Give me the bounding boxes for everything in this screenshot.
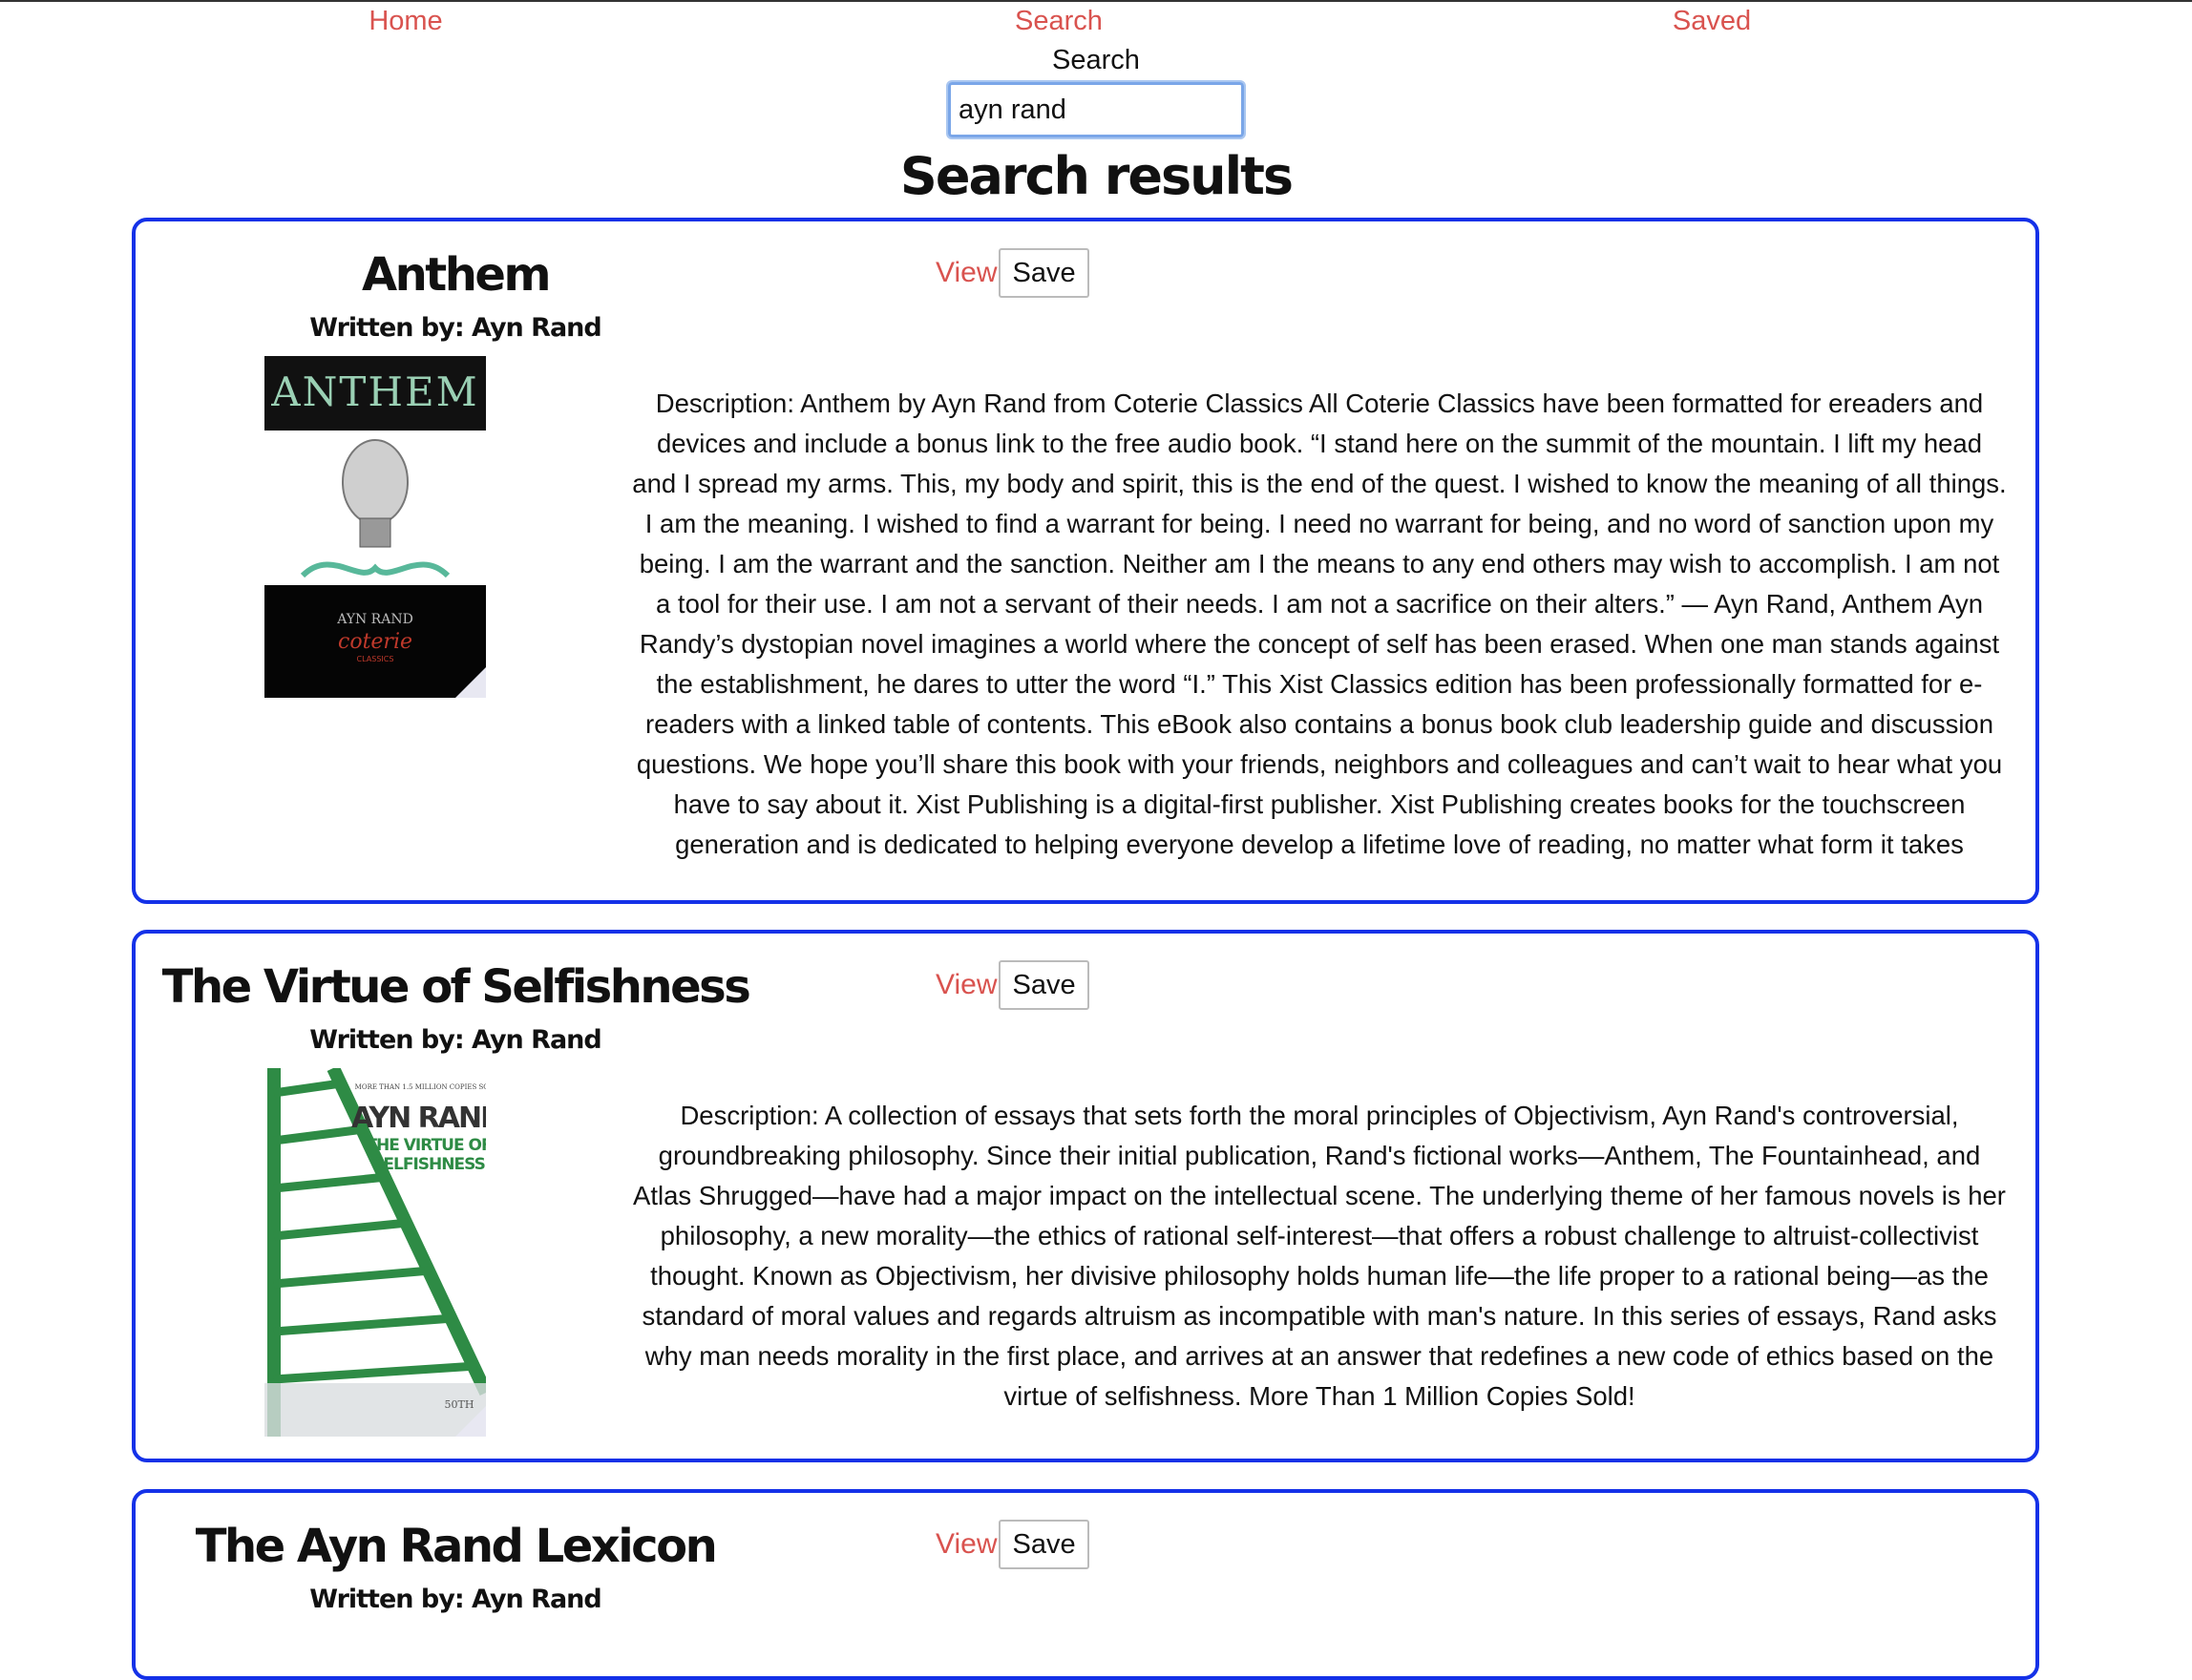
cover-top-text: MORE THAN 1.5 MILLION COPIES SOLD bbox=[355, 1083, 486, 1091]
search-label: Search bbox=[1052, 45, 1140, 75]
book-author: Written by: Ayn Rand bbox=[309, 313, 601, 343]
cover-brand-sub-text: CLASSICS bbox=[357, 655, 394, 663]
view-link[interactable]: View bbox=[936, 1528, 997, 1561]
book-actions: View Save bbox=[936, 1520, 1089, 1569]
save-button[interactable]: Save bbox=[999, 960, 1089, 1010]
page-title: Search results bbox=[899, 146, 1294, 206]
cover-title-text: ANTHEM bbox=[270, 368, 478, 415]
book-title: The Ayn Rand Lexicon bbox=[195, 1520, 718, 1573]
view-link[interactable]: View bbox=[936, 969, 997, 1001]
cover-author-text: AYN RAND bbox=[351, 1102, 486, 1135]
book-cover-image: MORE THAN 1.5 MILLION COPIES SOLD AYN RA… bbox=[264, 1068, 486, 1437]
book-description: Description: A collection of essays that… bbox=[633, 1100, 2006, 1411]
nav-home-link[interactable]: Home bbox=[369, 6, 442, 37]
top-nav: Home Search Saved bbox=[0, 2, 2192, 40]
cover-author-text: AYN RAND bbox=[336, 612, 413, 627]
search-field-wrapper bbox=[0, 78, 2192, 139]
cover-title-text: THE VIRTUE OF bbox=[366, 1136, 486, 1155]
book-card: Anthem Written by: Ayn Rand ANTHEM AYN R… bbox=[132, 218, 2039, 904]
save-button[interactable]: Save bbox=[999, 248, 1089, 298]
book-title: The Virtue of Selfishness bbox=[161, 960, 751, 1014]
nav-saved-link[interactable]: Saved bbox=[1673, 6, 1751, 37]
cover-brand-text: coterie bbox=[338, 630, 412, 654]
book-cover-image: ANTHEM AYN RAND coterie CLASSICS bbox=[264, 356, 486, 698]
cover-title-text: SELFISHNESS bbox=[372, 1155, 485, 1174]
book-author: Written by: Ayn Rand bbox=[309, 1025, 601, 1055]
book-card: The Ayn Rand Lexicon Written by: Ayn Ran… bbox=[132, 1489, 2039, 1680]
book-title: Anthem bbox=[361, 248, 552, 302]
nav-search-link[interactable]: Search bbox=[1015, 6, 1103, 37]
search-input[interactable] bbox=[946, 80, 1246, 139]
book-card: The Virtue of Selfishness Written by: Ay… bbox=[132, 930, 2039, 1462]
save-button[interactable]: Save bbox=[999, 1520, 1089, 1569]
book-actions: View Save bbox=[936, 248, 1089, 298]
view-link[interactable]: View bbox=[936, 257, 997, 289]
book-actions: View Save bbox=[936, 960, 1089, 1010]
cover-badge-text: 50TH bbox=[445, 1398, 474, 1411]
book-author: Written by: Ayn Rand bbox=[309, 1585, 601, 1614]
book-description: Description: Anthem by Ayn Rand from Cot… bbox=[632, 388, 2007, 859]
